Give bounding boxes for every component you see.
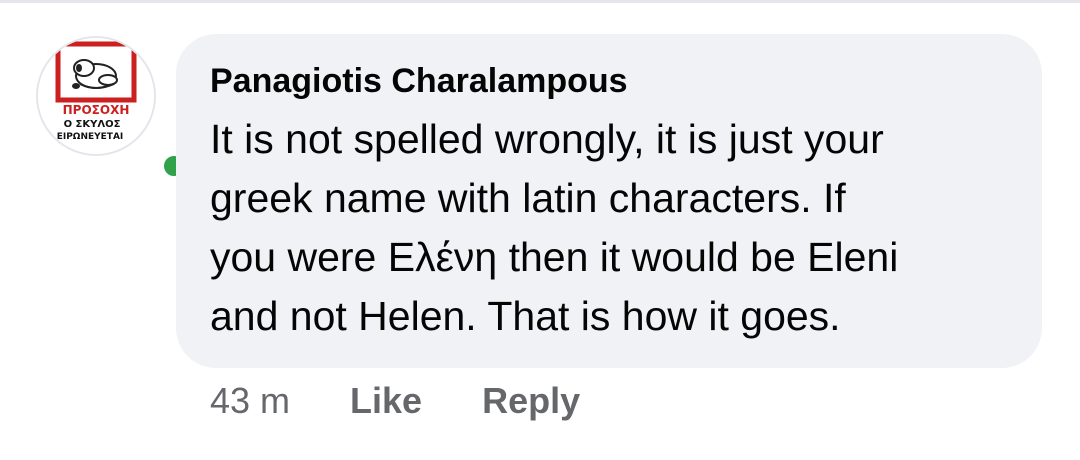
comment-text-line: It is not spelled wrongly, it is just yo… — [210, 116, 884, 162]
sign-line-1: ΠΡΟΣΟΧΗ — [63, 103, 130, 117]
comment-text-line: greek name with latin characters. If — [210, 175, 846, 221]
comment-text-line: and not Helen. That is how it goes. — [210, 293, 841, 339]
top-divider — [0, 0, 1080, 3]
comment-actions: 43 m Like Reply — [210, 376, 640, 426]
author-name[interactable]: Panagiotis Charalampous — [210, 60, 1012, 102]
comment-text: It is not spelled wrongly, it is just yo… — [210, 110, 1012, 346]
comment-timestamp[interactable]: 43 m — [210, 380, 290, 422]
sign-line-3: ΕΙΡΩΝΕΥΕΤΑΙ — [57, 132, 124, 142]
profile-avatar[interactable]: ΠΡΟΣΟΧΗ Ο ΣΚΥΛΟΣ ΕΙΡΩΝΕΥΕΤΑΙ — [36, 36, 188, 180]
warning-dog-sign-icon: ΠΡΟΣΟΧΗ Ο ΣΚΥΛΟΣ ΕΙΡΩΝΕΥΕΤΑΙ — [55, 41, 137, 142]
sign-line-2: Ο ΣΚΥΛΟΣ — [64, 119, 121, 130]
like-button[interactable]: Like — [350, 380, 422, 422]
comment-text-line: you were Ελένη then it would be Eleni — [210, 234, 899, 280]
avatar[interactable]: ΠΡΟΣΟΧΗ Ο ΣΚΥΛΟΣ ΕΙΡΩΝΕΥΕΤΑΙ — [36, 36, 156, 156]
comment-bubble: Panagiotis Charalampous It is not spelle… — [176, 34, 1042, 368]
reply-button[interactable]: Reply — [482, 380, 580, 422]
